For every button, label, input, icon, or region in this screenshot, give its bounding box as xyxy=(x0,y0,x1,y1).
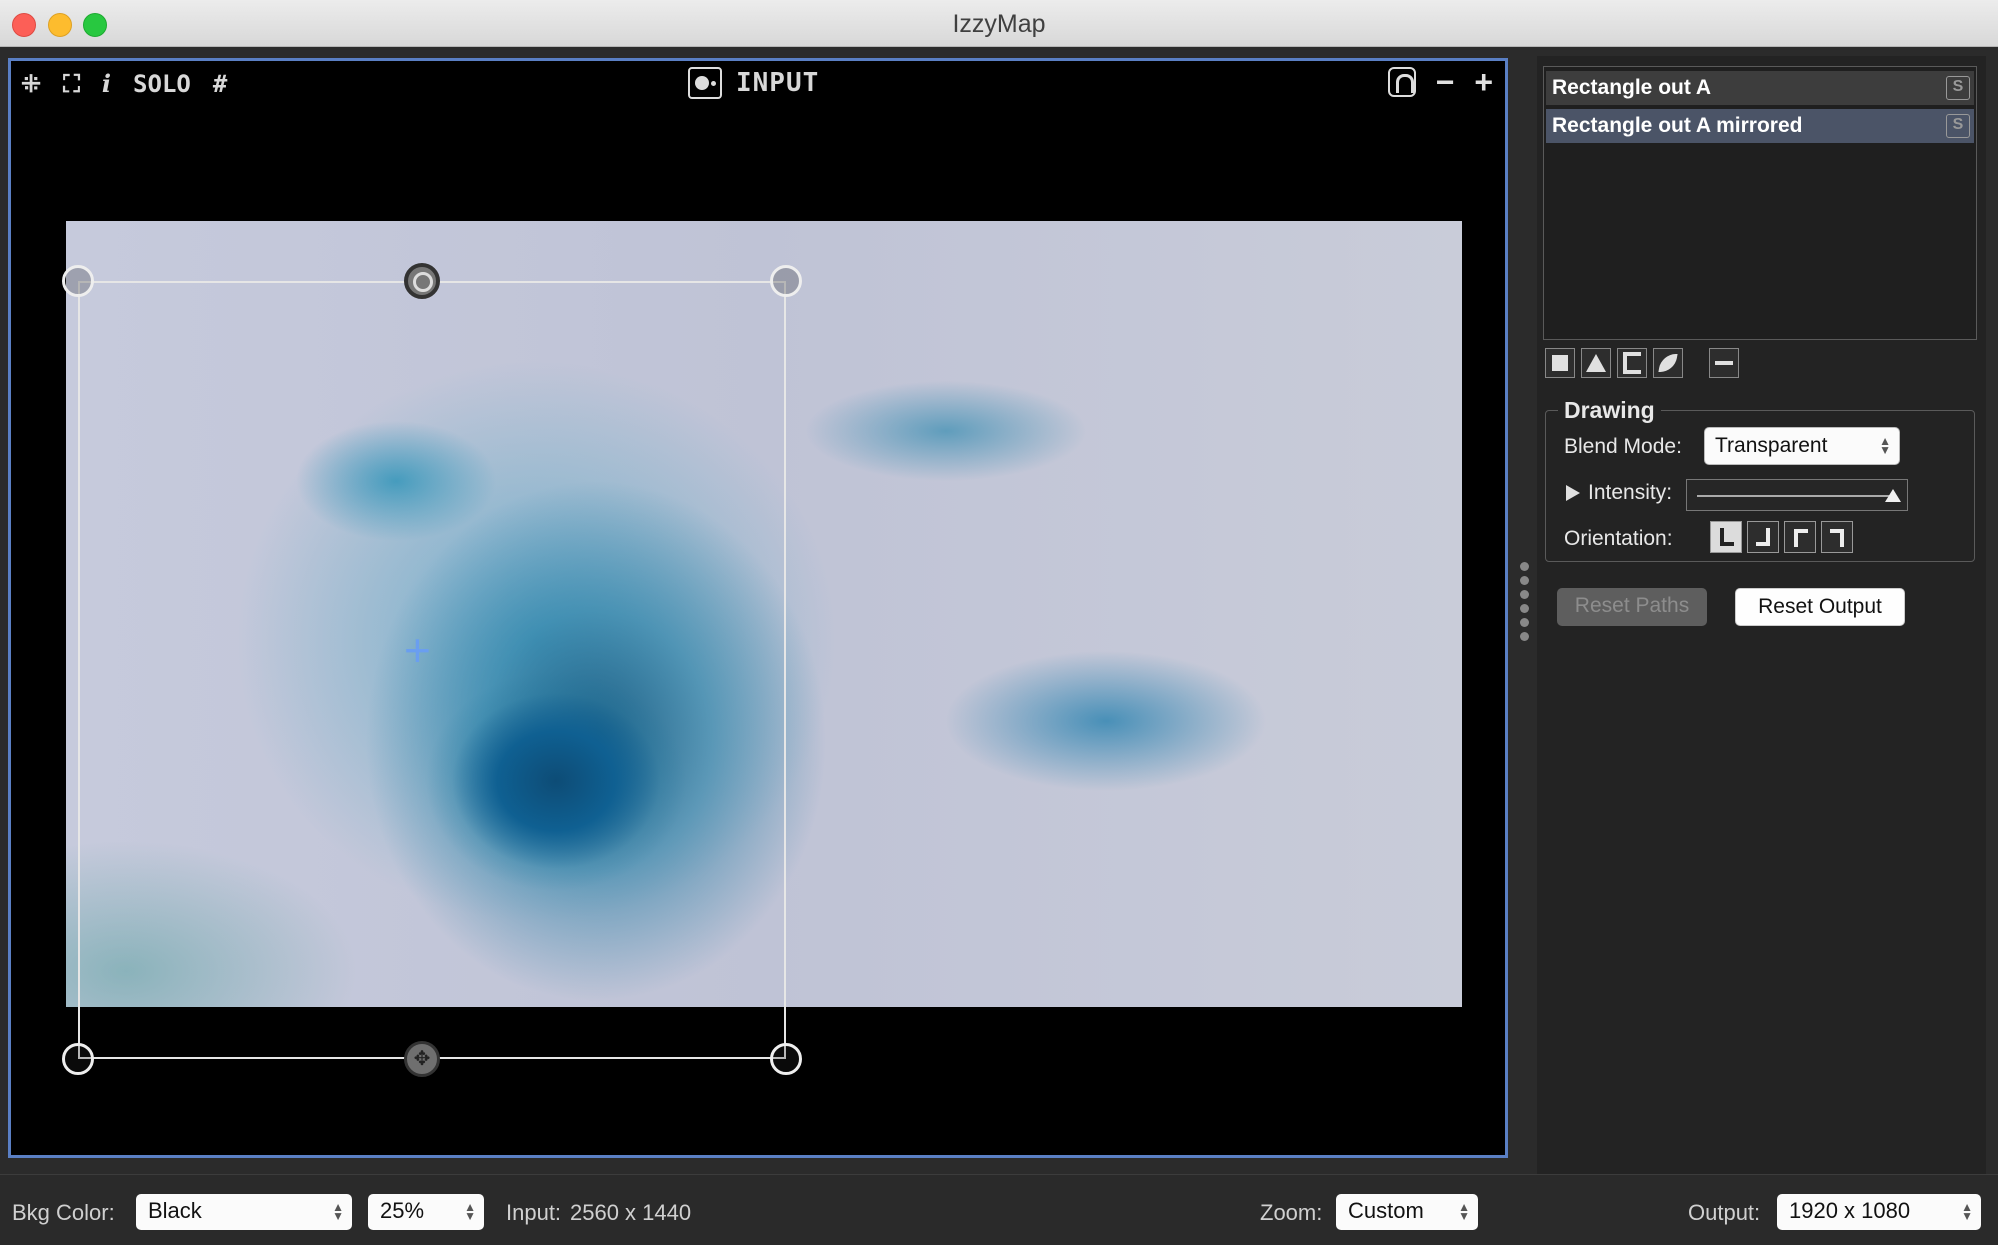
input-size-value: 2560 x 1440 xyxy=(570,1200,692,1225)
mode-label[interactable]: INPUT xyxy=(736,68,819,98)
shape-label: Rectangle out A mirrored xyxy=(1552,114,1803,137)
output-size-label: Output: xyxy=(1688,1200,1761,1225)
solo-badge[interactable]: S xyxy=(1946,114,1970,138)
selected-shape-outline[interactable] xyxy=(78,281,786,1059)
snap-magnet-icon[interactable] xyxy=(1387,67,1416,97)
zoom-out-button[interactable]: − xyxy=(1436,66,1455,98)
opacity-value: 25% xyxy=(380,1198,425,1223)
zoom-in-button[interactable]: + xyxy=(1474,66,1493,98)
panel-splitter-handle[interactable] xyxy=(1520,562,1529,646)
corner-handle-bottom-right[interactable] xyxy=(770,1043,802,1075)
orientation-top-right-icon[interactable] xyxy=(1821,521,1853,553)
orientation-top-left-icon[interactable] xyxy=(1784,521,1816,553)
orientation-buttons xyxy=(1710,521,1853,553)
bkg-color-value: Black xyxy=(148,1198,202,1223)
reset-paths-button[interactable]: Reset Paths xyxy=(1557,588,1707,626)
solo-toggle[interactable]: SOLO xyxy=(133,70,191,98)
select-arrows-icon: ▲ ▼ xyxy=(332,1200,344,1223)
stage-mode-toggle[interactable]: INPUT xyxy=(688,67,819,99)
input-size-label: Input: xyxy=(506,1200,562,1225)
output-size-value: 1920 x 1080 xyxy=(1789,1198,1911,1223)
fullscreen-icon[interactable]: ⛶ xyxy=(63,70,80,98)
blend-mode-select[interactable]: Transparent ▲ ▼ xyxy=(1704,427,1900,465)
select-arrows-icon: ▲ ▼ xyxy=(1458,1200,1470,1223)
title-bar: IzzyMap xyxy=(0,0,1998,47)
rotate-handle[interactable] xyxy=(404,263,440,299)
blend-mode-label: Blend Mode: xyxy=(1564,435,1682,458)
slider-thumb[interactable] xyxy=(1885,489,1901,502)
stage-toolbar-right: − + xyxy=(1387,66,1493,98)
add-curve-shape-icon[interactable] xyxy=(1653,348,1683,378)
orientation-bottom-right-icon[interactable] xyxy=(1747,521,1779,553)
drawing-group-title: Drawing xyxy=(1558,397,1661,424)
corner-handle-top-left[interactable] xyxy=(62,265,94,297)
zoom-value: Custom xyxy=(1348,1198,1424,1223)
zoom-select[interactable]: Custom ▲ ▼ xyxy=(1336,1194,1478,1230)
orientation-label: Orientation: xyxy=(1564,527,1673,550)
corner-handle-bottom-left[interactable] xyxy=(62,1043,94,1075)
shape-list-item[interactable]: Rectangle out A S xyxy=(1546,71,1974,105)
input-view-icon[interactable] xyxy=(688,67,722,99)
shape-center-crosshair-icon[interactable]: + xyxy=(404,627,431,673)
intensity-label: Intensity: xyxy=(1588,481,1673,504)
orientation-bottom-left-icon[interactable] xyxy=(1710,521,1742,553)
mapping-stage[interactable]: ⁜ ⛶ i SOLO # INPUT − + ✥ + xyxy=(8,58,1508,1158)
select-arrows-icon: ▲ ▼ xyxy=(1961,1200,1973,1223)
add-rectangle-icon[interactable] xyxy=(1545,348,1575,378)
drawing-group: Drawing Blend Mode: Transparent ▲ ▼ Inten… xyxy=(1545,397,1975,562)
bkg-color-select[interactable]: Black ▲ ▼ xyxy=(136,1194,352,1230)
collapse-icon[interactable]: ⁜ xyxy=(21,70,41,98)
disclosure-triangle-icon[interactable] xyxy=(1566,485,1580,501)
shape-label: Rectangle out A xyxy=(1552,76,1712,99)
bkg-color-label: Bkg Color: xyxy=(12,1200,115,1225)
intensity-slider[interactable] xyxy=(1686,479,1908,511)
reset-output-button[interactable]: Reset Output xyxy=(1735,588,1905,626)
shape-list-item-selected[interactable]: Rectangle out A mirrored S xyxy=(1546,109,1974,143)
info-icon[interactable]: i xyxy=(102,69,111,98)
select-arrows-icon: ▲ ▼ xyxy=(1879,434,1891,457)
select-arrows-icon: ▲ ▼ xyxy=(464,1200,476,1223)
add-bracket-shape-icon[interactable] xyxy=(1617,348,1647,378)
window-title: IzzyMap xyxy=(952,10,1046,38)
corner-handle-top-right[interactable] xyxy=(770,265,802,297)
shape-tools xyxy=(1545,348,1739,378)
move-handle[interactable]: ✥ xyxy=(404,1041,440,1077)
blend-mode-value: Transparent xyxy=(1715,434,1828,457)
grid-icon[interactable]: # xyxy=(213,70,227,98)
delete-shape-icon[interactable] xyxy=(1709,348,1739,378)
shape-list: Rectangle out A S Rectangle out A mirror… xyxy=(1543,66,1977,340)
opacity-select[interactable]: 25% ▲ ▼ xyxy=(368,1194,484,1230)
bottom-bar: Bkg Color: Black ▲ ▼ 25% ▲ ▼ Input: 2560 x… xyxy=(0,1174,1998,1245)
output-size-select[interactable]: 1920 x 1080 ▲ ▼ xyxy=(1777,1194,1981,1230)
solo-badge[interactable]: S xyxy=(1946,76,1970,100)
stage-toolbar-left: ⁜ ⛶ i SOLO # xyxy=(21,69,227,98)
inspector-panel: Rectangle out A S Rectangle out A mirror… xyxy=(1537,56,1986,1174)
zoom-label: Zoom: xyxy=(1260,1200,1323,1225)
add-triangle-icon[interactable] xyxy=(1581,348,1611,378)
